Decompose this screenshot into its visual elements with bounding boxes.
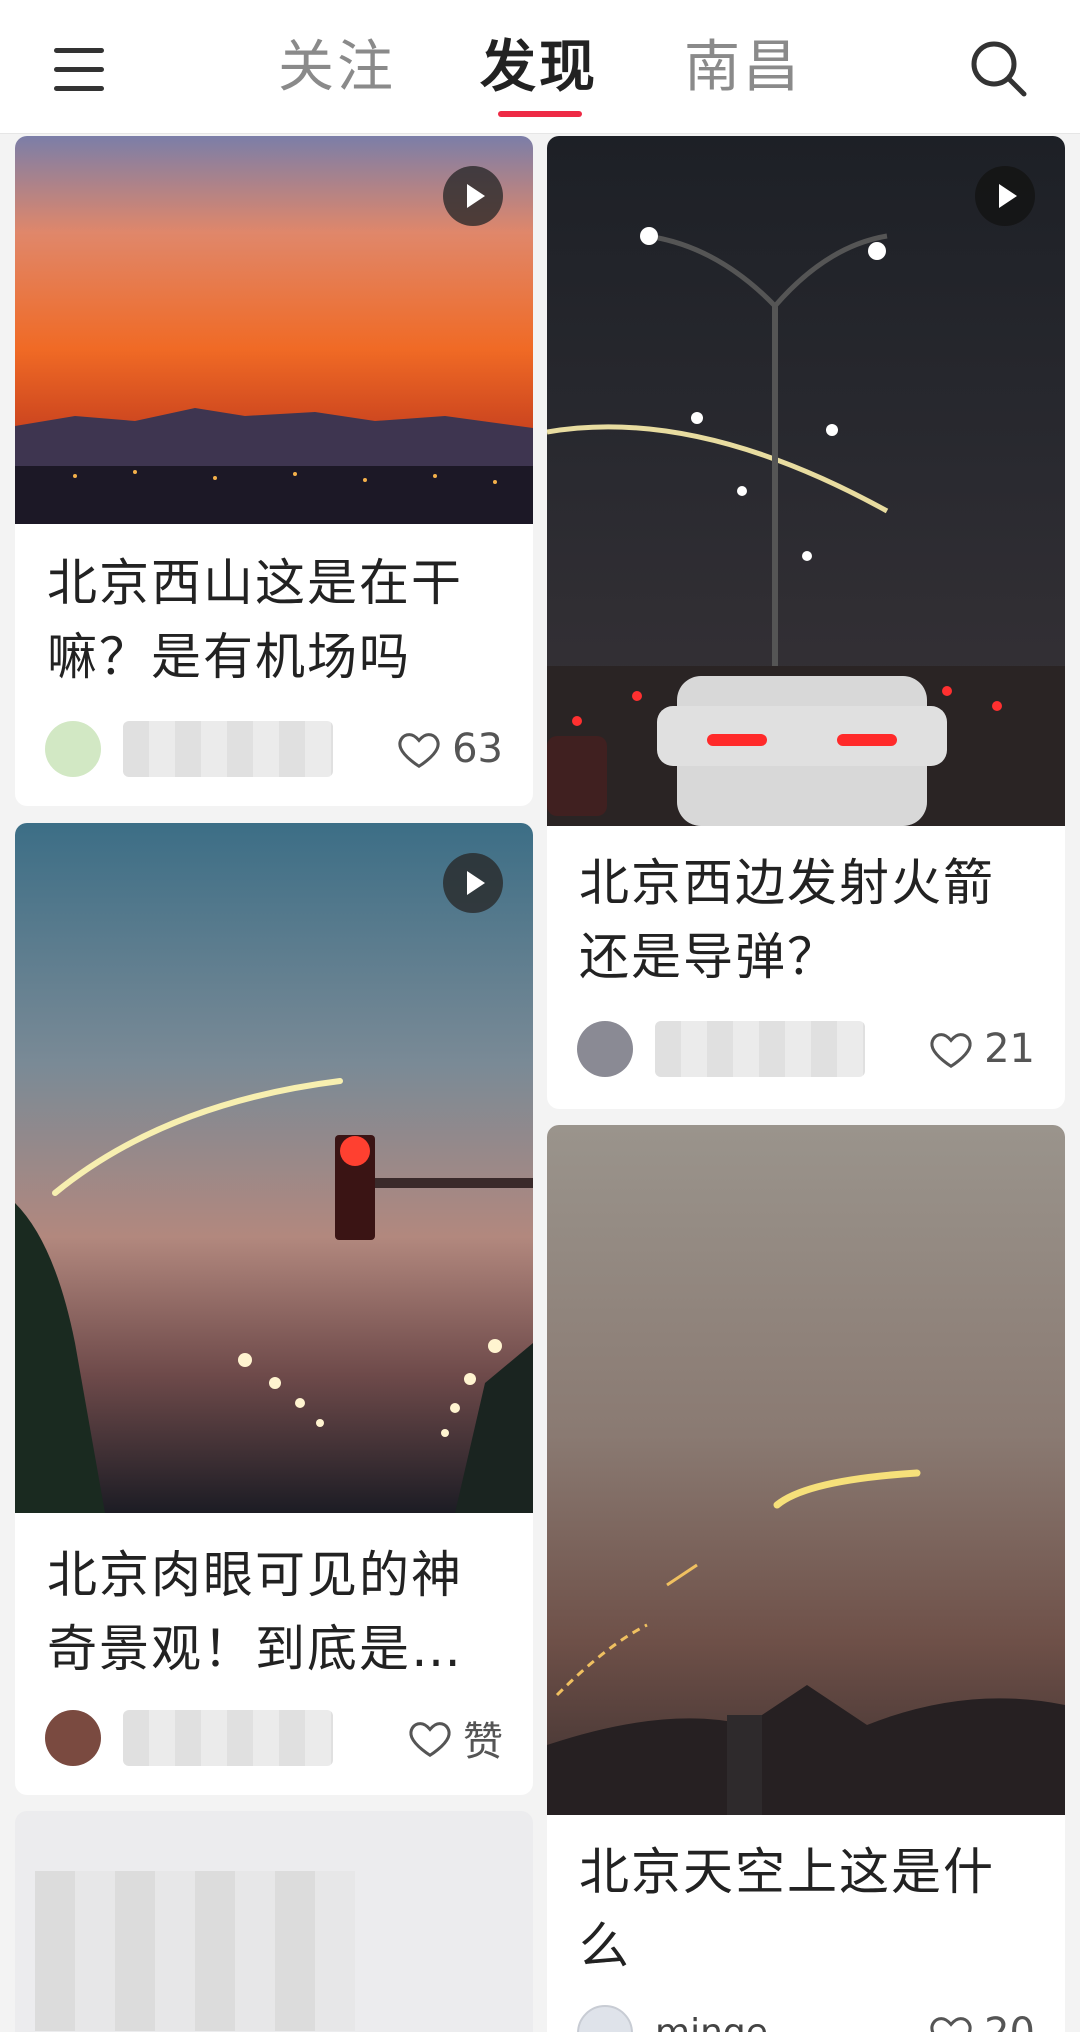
top-navigation-bar: 关注 发现 南昌 xyxy=(0,0,1080,134)
card-thumbnail xyxy=(15,136,533,524)
avatar xyxy=(45,721,101,777)
play-icon xyxy=(443,166,503,226)
author-name-blurred xyxy=(123,1710,333,1766)
feed-card[interactable] xyxy=(15,1811,533,2032)
like-count: 63 xyxy=(452,726,503,772)
like-count: 21 xyxy=(984,1026,1035,1072)
author-name: minge xyxy=(655,2005,768,2032)
avatar xyxy=(577,1021,633,1077)
like-count: 20 xyxy=(984,2010,1035,2032)
avatar xyxy=(577,2005,633,2032)
menu-icon[interactable] xyxy=(50,44,110,96)
tab-discover[interactable]: 发现 xyxy=(480,30,598,106)
heart-icon xyxy=(398,733,440,769)
author-name-blurred xyxy=(123,721,333,777)
like-count: 赞 xyxy=(463,1719,503,1765)
tab-follow[interactable]: 关注 xyxy=(278,30,396,106)
heart-icon xyxy=(930,2017,972,2032)
play-icon xyxy=(975,166,1035,226)
feed-card[interactable]: 北京西边发射火箭还是导弹？ 21 xyxy=(547,136,1065,1109)
heart-icon xyxy=(930,1033,972,1069)
play-icon xyxy=(443,853,503,913)
like-button[interactable]: 赞 xyxy=(407,1710,503,1766)
tab-nanchang[interactable]: 南昌 xyxy=(684,30,802,106)
author-name-blurred xyxy=(655,1021,865,1077)
card-title: 北京西山这是在干嘛？是有机场吗 xyxy=(47,554,463,686)
like-button[interactable]: 63 xyxy=(396,721,503,777)
active-tab-indicator xyxy=(498,111,582,117)
search-icon[interactable] xyxy=(966,36,1030,100)
card-title: 北京天空上这是什么 xyxy=(579,1843,995,1975)
feed-card[interactable]: 北京天空上这是什么 minge 20 xyxy=(547,1125,1065,2032)
card-thumbnail xyxy=(15,823,533,1513)
like-button[interactable]: 20 xyxy=(928,2005,1035,2032)
card-title: 北京西边发射火箭还是导弹？ xyxy=(579,854,995,986)
card-thumbnail xyxy=(547,1125,1065,1815)
avatar xyxy=(45,1710,101,1766)
feed-card[interactable]: 北京肉眼可见的神奇景观！到底是… 赞 xyxy=(15,823,533,1795)
feed-card[interactable]: 北京西山这是在干嘛？是有机场吗 63 xyxy=(15,136,533,806)
heart-icon xyxy=(409,1722,451,1758)
card-title: 北京肉眼可见的神奇景观！到底是… xyxy=(47,1546,463,1678)
card-thumbnail-blurred xyxy=(35,1871,355,2031)
like-button[interactable]: 21 xyxy=(928,1021,1035,1077)
card-thumbnail xyxy=(547,136,1065,826)
